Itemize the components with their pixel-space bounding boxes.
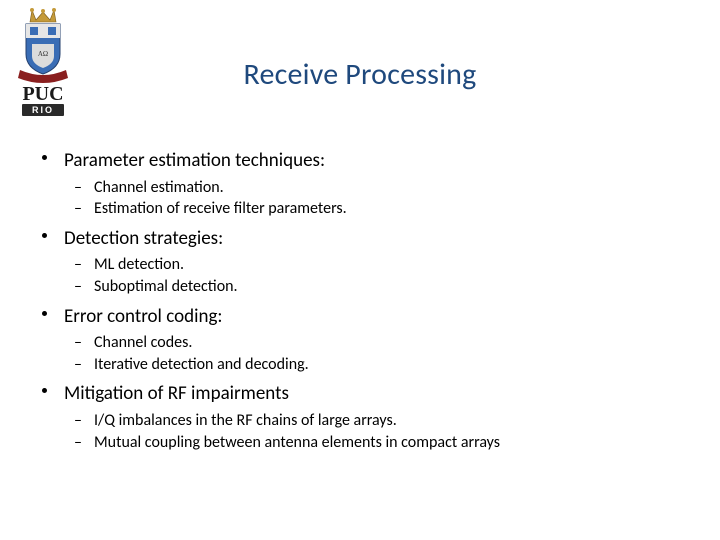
sub-item-label: Mutual coupling between antenna elements… <box>94 433 500 452</box>
dash-icon: – <box>74 276 82 298</box>
sub-list-item: –Estimation of receive filter parameters… <box>64 198 690 220</box>
dash-icon: – <box>74 332 82 354</box>
logo-text-sub: RIO <box>32 105 54 115</box>
bullet-dot-icon <box>42 388 47 393</box>
sub-list: –Channel estimation. –Estimation of rece… <box>64 177 690 220</box>
list-item: Error control coding: –Channel codes. –I… <box>40 304 690 376</box>
sub-list: –Channel codes. –Iterative detection and… <box>64 332 690 375</box>
bullet-list: Parameter estimation techniques: –Channe… <box>40 148 690 453</box>
sub-list-item: –Suboptimal detection. <box>64 276 690 298</box>
sub-list: –ML detection. –Suboptimal detection. <box>64 254 690 297</box>
list-item: Detection strategies: –ML detection. –Su… <box>40 226 690 298</box>
bullet-dot-icon <box>42 233 47 238</box>
dash-icon: – <box>74 177 82 199</box>
dash-icon: – <box>74 354 82 376</box>
sub-item-label: I/Q imbalances in the RF chains of large… <box>94 411 397 430</box>
slide-title: Receive Processing <box>0 56 720 93</box>
sub-list-item: –Channel codes. <box>64 332 690 354</box>
sub-item-label: ML detection. <box>94 255 184 274</box>
slide-body: Parameter estimation techniques: –Channe… <box>40 148 690 459</box>
dash-icon: – <box>74 410 82 432</box>
list-item: Parameter estimation techniques: –Channe… <box>40 148 690 220</box>
sub-list-item: –I/Q imbalances in the RF chains of larg… <box>64 410 690 432</box>
list-item-label: Mitigation of RF impairments <box>64 382 289 405</box>
sub-list-item: –Mutual coupling between antenna element… <box>64 432 690 454</box>
sub-list-item: –Iterative detection and decoding. <box>64 354 690 376</box>
sub-list: –I/Q imbalances in the RF chains of larg… <box>64 410 690 453</box>
sub-list-item: –Channel estimation. <box>64 177 690 199</box>
crown-icon <box>30 8 56 22</box>
bullet-dot-icon <box>42 155 47 160</box>
sub-item-label: Channel codes. <box>94 333 192 352</box>
bullet-dot-icon <box>42 311 47 316</box>
sub-item-label: Estimation of receive filter parameters. <box>94 199 347 218</box>
dash-icon: – <box>74 254 82 276</box>
dash-icon: – <box>74 432 82 454</box>
dash-icon: – <box>74 198 82 220</box>
list-item-label: Parameter estimation techniques: <box>64 149 325 172</box>
sub-item-label: Channel estimation. <box>94 178 224 197</box>
slide: ΑΩ PUC RIO Receive Processing Parameter … <box>0 0 720 540</box>
sub-list-item: –ML detection. <box>64 254 690 276</box>
list-item: Mitigation of RF impairments –I/Q imbala… <box>40 381 690 453</box>
list-item-label: Error control coding: <box>64 305 222 328</box>
sub-item-label: Iterative detection and decoding. <box>94 355 309 374</box>
list-item-label: Detection strategies: <box>64 227 223 250</box>
sub-item-label: Suboptimal detection. <box>94 277 238 296</box>
